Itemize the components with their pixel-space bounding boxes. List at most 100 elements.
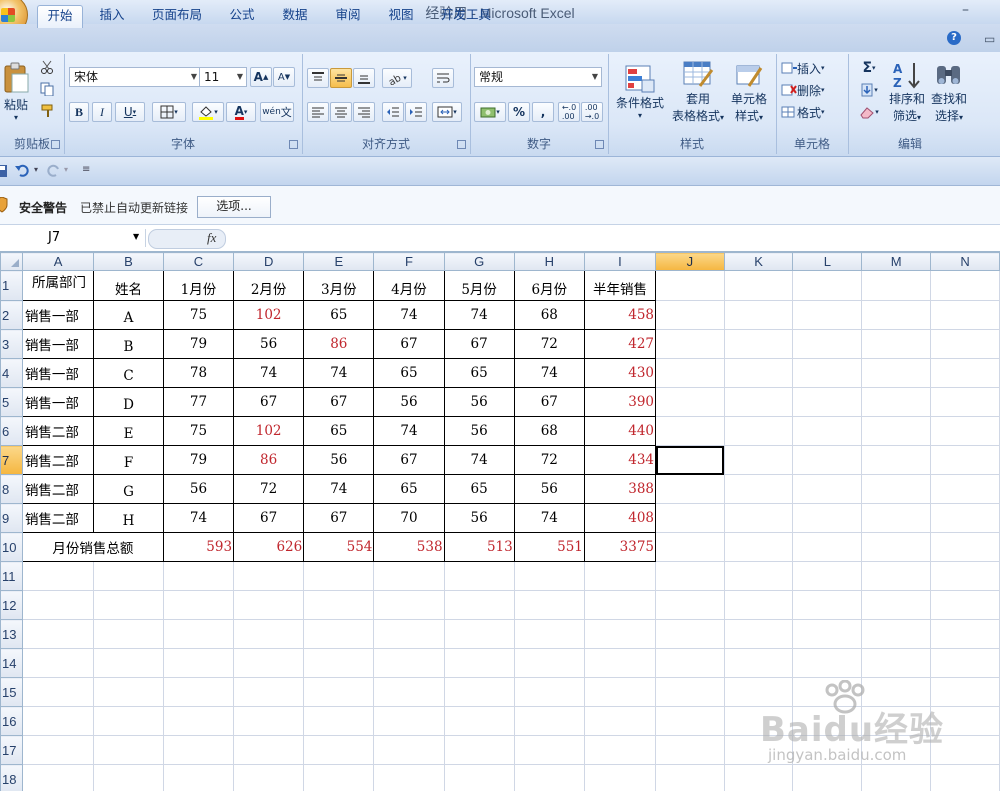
cell[interactable]: 72 [513,329,585,359]
cell[interactable]: 65 [303,416,375,446]
merge-center-icon[interactable]: ▾ [432,102,462,122]
row-header-3[interactable]: 3 [0,329,23,359]
insert-cells-button[interactable]: 插入 ▾ [780,58,844,78]
find-select-button[interactable]: 查找和 选择▾ [928,56,970,128]
cell[interactable] [513,677,585,707]
tab-data[interactable]: 数据 [275,5,315,27]
cell[interactable] [513,764,585,791]
row-header-2[interactable]: 2 [0,300,23,330]
cell[interactable] [233,706,305,736]
cell[interactable] [21,619,95,649]
cell[interactable]: 姓名 [93,270,164,301]
cell[interactable]: 74 [513,503,585,533]
cell[interactable] [861,270,932,301]
cell[interactable] [723,329,794,359]
cell[interactable] [655,619,725,649]
cell[interactable]: 388 [583,474,657,504]
cell[interactable]: A [93,300,164,330]
copy-icon[interactable] [40,82,54,96]
cell[interactable] [93,619,164,649]
wrap-text-icon[interactable] [432,68,454,88]
cell[interactable]: 67 [513,387,585,417]
ribbon-minimize-icon[interactable]: ▭ [984,32,995,46]
minimize-button[interactable]: – [962,2,978,18]
row-header-7[interactable]: 7 [0,445,23,475]
cell[interactable]: G [93,474,164,504]
row-header-18[interactable]: 18 [0,764,23,791]
cell[interactable] [655,590,725,620]
column-header-G[interactable]: G [443,252,515,271]
cell[interactable] [723,270,794,301]
cell[interactable]: 销售一部 [21,358,95,388]
help-icon[interactable]: ? [947,31,961,45]
cell[interactable] [93,764,164,791]
cell[interactable] [861,300,932,330]
increase-decimal-icon[interactable]: ←.0.00 [558,102,580,122]
cell[interactable] [930,416,1000,446]
cell[interactable] [655,329,725,359]
column-header-N[interactable]: N [930,252,1000,271]
cell[interactable] [861,619,932,649]
cell[interactable]: E [93,416,164,446]
cell[interactable] [373,648,445,678]
row-header-11[interactable]: 11 [0,561,23,591]
cell[interactable]: 430 [583,358,657,388]
cell[interactable]: 70 [373,503,445,533]
cell[interactable] [861,416,932,446]
underline-button[interactable]: U ▾ [115,102,145,122]
cell[interactable]: 75 [162,300,235,330]
cell[interactable] [233,764,305,791]
cell[interactable]: 434 [583,445,657,475]
comma-button[interactable]: , [532,102,554,122]
cell[interactable] [861,329,932,359]
cell[interactable]: 427 [583,329,657,359]
cell[interactable]: 79 [162,329,235,359]
cell[interactable] [443,735,515,765]
cell[interactable]: 74 [162,503,235,533]
tab-developer[interactable]: 开发工具 [434,5,498,27]
security-options-button[interactable]: 选项... [197,196,271,218]
total-cell[interactable]: 554 [303,532,375,562]
column-header-B[interactable]: B [93,252,164,271]
cell[interactable] [930,300,1000,330]
cell[interactable] [303,590,375,620]
cell[interactable] [303,735,375,765]
cell[interactable] [21,590,95,620]
cell[interactable]: 67 [373,445,445,475]
cell[interactable] [373,590,445,620]
cell[interactable] [233,735,305,765]
cell[interactable]: 68 [513,416,585,446]
tab-insert[interactable]: 插入 [92,5,132,27]
cell[interactable] [655,532,725,562]
cell[interactable] [93,706,164,736]
cell[interactable] [443,677,515,707]
cell[interactable]: 390 [583,387,657,417]
cell[interactable] [655,474,725,504]
row-header-8[interactable]: 8 [0,474,23,504]
cell[interactable] [162,764,235,791]
font-launcher-icon[interactable] [289,140,298,149]
sort-filter-button[interactable]: AZ 排序和 筛选▾ [886,56,928,128]
cell[interactable]: 半年销售 [583,270,657,301]
row-header-5[interactable]: 5 [0,387,23,417]
cell[interactable]: 56 [443,387,515,417]
cell[interactable] [583,590,657,620]
cell[interactable]: 67 [233,387,305,417]
name-box[interactable]: J7 ▼ [0,229,146,247]
cell[interactable]: 56 [373,387,445,417]
cell[interactable] [655,270,725,301]
total-cell[interactable]: 513 [443,532,515,562]
cell[interactable]: 74 [443,300,515,330]
cell[interactable] [861,387,932,417]
cell[interactable]: 102 [233,300,305,330]
customize-qat-icon[interactable]: ≡ [82,164,90,175]
cell[interactable] [792,619,863,649]
cell[interactable] [861,648,932,678]
cell[interactable]: 68 [513,300,585,330]
cell[interactable]: 408 [583,503,657,533]
cell[interactable]: 67 [303,503,375,533]
cell[interactable] [861,474,932,504]
clear-button[interactable]: ▾ [854,102,884,122]
cell[interactable] [655,764,725,791]
cell[interactable] [930,503,1000,533]
